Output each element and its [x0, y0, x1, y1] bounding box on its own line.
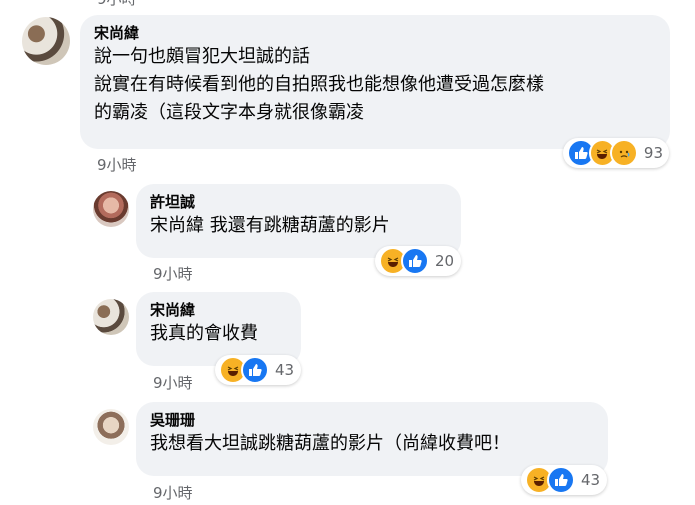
- comment-text-line: 我想看大坦誠跳糖葫蘆的影片（尚緯收費吧！: [150, 433, 510, 454]
- comment-text-line: 說實在有時候看到他的自拍照我也能想像他遭受過怎麼樣: [94, 74, 544, 95]
- comment-text-line: 宋尚緯 我還有跳糖葫蘆的影片: [150, 215, 390, 236]
- comment-timestamp[interactable]: 9小時: [97, 0, 137, 9]
- avatar[interactable]: [93, 299, 129, 335]
- comment-timestamp[interactable]: 9小時: [97, 154, 137, 175]
- comment-timestamp[interactable]: 9小時: [153, 372, 193, 393]
- comment-author[interactable]: 宋尚緯: [150, 300, 287, 320]
- reaction-count: 43: [581, 471, 601, 489]
- comment-author[interactable]: 吳珊珊: [150, 410, 594, 430]
- sad-icon: [610, 139, 638, 167]
- comment-author[interactable]: 宋尚緯: [94, 23, 656, 43]
- reaction-count: 20: [435, 252, 455, 270]
- avatar[interactable]: [93, 409, 129, 445]
- comment-author[interactable]: 許坦誠: [150, 192, 447, 212]
- like-icon: [401, 247, 429, 275]
- reaction-count: 43: [275, 361, 295, 379]
- comment-bubble: 宋尚緯 說一句也頗冒犯大坦誠的話 說實在有時候看到他的自拍照我也能想像他遭受過怎…: [80, 15, 670, 149]
- comment-text-line: 的霸凌（這段文字本身就很像霸凌: [94, 102, 364, 123]
- reaction-summary[interactable]: 93: [563, 138, 669, 168]
- avatar[interactable]: [22, 17, 70, 65]
- reaction-summary[interactable]: 43: [215, 355, 301, 385]
- comment-text-line: 我真的會收費: [150, 323, 258, 344]
- reaction-count: 93: [643, 144, 664, 162]
- reaction-summary[interactable]: 20: [375, 246, 461, 276]
- like-icon: [547, 466, 575, 494]
- like-icon: [241, 356, 269, 384]
- comment-timestamp[interactable]: 9小時: [153, 263, 193, 284]
- reaction-summary[interactable]: 43: [521, 465, 607, 495]
- comment-timestamp[interactable]: 9小時: [153, 482, 193, 503]
- avatar[interactable]: [93, 191, 129, 227]
- comment-text-line: 說一句也頗冒犯大坦誠的話: [94, 46, 310, 67]
